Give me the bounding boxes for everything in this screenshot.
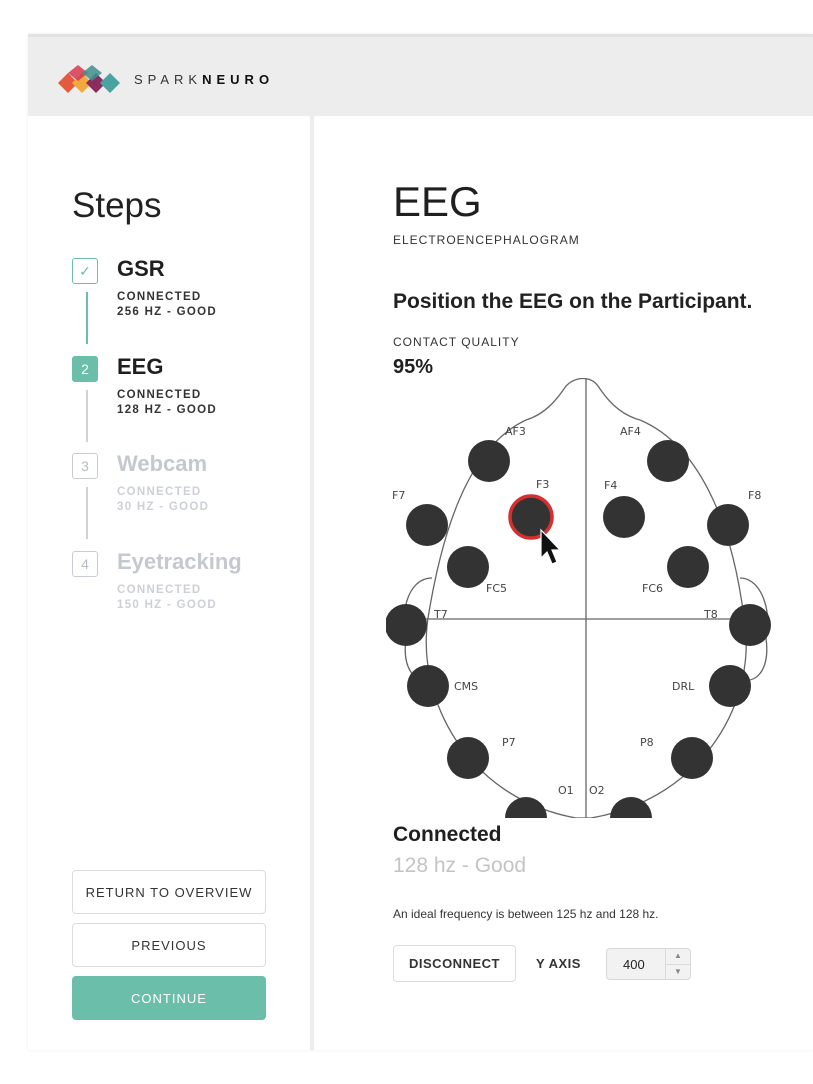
instruction-text: Position the EEG on the Participant. bbox=[393, 290, 753, 313]
electrode-F3[interactable]: F3 bbox=[508, 478, 554, 540]
chevron-up-icon[interactable]: ▲ bbox=[666, 949, 690, 965]
electrode-label: FC5 bbox=[486, 582, 507, 595]
y-axis-stepper[interactable]: 400 ▲ ▼ bbox=[606, 948, 691, 980]
page-title: EEG bbox=[393, 178, 482, 225]
step-number-badge: 3 bbox=[72, 453, 98, 479]
y-axis-label: Y AXIS bbox=[536, 956, 581, 971]
step-connector bbox=[86, 292, 88, 344]
step-connector bbox=[86, 487, 88, 539]
stepper-controls: ▲ ▼ bbox=[665, 949, 690, 979]
electrode-P7[interactable]: P7 bbox=[447, 736, 516, 779]
connection-status: Connected bbox=[393, 823, 502, 846]
electrode-T8[interactable]: T8 bbox=[703, 604, 771, 646]
electrode-FC5[interactable]: FC5 bbox=[447, 546, 507, 595]
electrode-F7[interactable]: F7 bbox=[392, 489, 448, 546]
step-name: EEG bbox=[117, 354, 164, 379]
step-status-line: CONNECTED bbox=[117, 486, 202, 498]
step-number-badge: 2 bbox=[72, 356, 98, 382]
electrode-label: DRL bbox=[672, 680, 695, 693]
electrode-label: P7 bbox=[502, 736, 516, 749]
electrode-label: O1 bbox=[558, 784, 574, 797]
contact-quality-value: 95% bbox=[393, 356, 434, 378]
step-rate-line: 256 HZ - GOOD bbox=[117, 306, 217, 318]
brand-name-light: SPARK bbox=[134, 71, 203, 87]
disconnect-button[interactable]: DISCONNECT bbox=[393, 945, 516, 982]
electrode-label: F4 bbox=[604, 479, 617, 492]
electrode-P8[interactable]: P8 bbox=[640, 736, 713, 779]
electrode-label: AF4 bbox=[620, 425, 641, 438]
page-subtitle: ELECTROENCEPHALOGRAM bbox=[393, 233, 580, 247]
brand-name: SPARKNEURO bbox=[134, 72, 274, 87]
electrode-F8[interactable]: F8 bbox=[707, 489, 761, 546]
step-rate-line: 150 HZ - GOOD bbox=[117, 599, 217, 611]
app-window: SPARKNEURO Steps ✓ GSR CONNECTED 256 HZ -… bbox=[28, 34, 813, 1050]
electrode-label: AF3 bbox=[505, 425, 526, 438]
electrode-label: O2 bbox=[589, 784, 605, 797]
continue-button[interactable]: CONTINUE bbox=[72, 976, 266, 1020]
step-status: CONNECTED 150 HZ - GOOD bbox=[117, 583, 217, 613]
top-bar: SPARKNEURO bbox=[28, 34, 813, 119]
step-rate-line: 30 HZ - GOOD bbox=[117, 501, 210, 513]
electrode-O1[interactable]: O1 bbox=[505, 784, 574, 818]
electrode-label: T8 bbox=[703, 608, 718, 621]
electrode-AF4[interactable]: AF4 bbox=[620, 425, 689, 482]
step-name: GSR bbox=[117, 256, 165, 281]
main-panel: EEG ELECTROENCEPHALOGRAM Position the EE… bbox=[314, 116, 813, 1050]
step-status: CONNECTED 30 HZ - GOOD bbox=[117, 485, 209, 515]
return-to-overview-button[interactable]: RETURN TO OVERVIEW bbox=[72, 870, 266, 914]
electrode-AF3[interactable]: AF3 bbox=[468, 425, 526, 482]
chevron-down-icon[interactable]: ▼ bbox=[666, 965, 690, 980]
steps-sidebar: Steps ✓ GSR CONNECTED 256 HZ - GOOD 2 EEG… bbox=[28, 116, 310, 1050]
electrode-label: P8 bbox=[640, 736, 654, 749]
electrode-DRL[interactable]: DRL bbox=[672, 665, 751, 707]
connection-rate: 128 hz - Good bbox=[393, 854, 527, 877]
cursor-arrow-icon bbox=[540, 528, 562, 565]
electrode-T7[interactable]: T7 bbox=[386, 604, 448, 646]
eeg-head-diagram: AF3 AF4 F3 F4 F7 F8 FC5 FC6 T7 T8 CMS DR… bbox=[386, 378, 771, 818]
step-connector bbox=[86, 390, 88, 442]
step-number-badge: 4 bbox=[72, 551, 98, 577]
electrode-label: F7 bbox=[392, 489, 405, 502]
contact-quality-label: CONTACT QUALITY bbox=[393, 335, 520, 349]
step-status: CONNECTED 256 HZ - GOOD bbox=[117, 290, 217, 320]
steps-title: Steps bbox=[72, 186, 162, 225]
electrode-label: T7 bbox=[433, 608, 448, 621]
logo-mark-icon bbox=[58, 65, 120, 93]
electrode-label: CMS bbox=[454, 680, 478, 693]
step-status-line: CONNECTED bbox=[117, 291, 202, 303]
step-name: Eyetracking bbox=[117, 549, 242, 574]
step-status-line: CONNECTED bbox=[117, 584, 202, 596]
previous-button[interactable]: PREVIOUS bbox=[72, 923, 266, 967]
step-rate-line: 128 HZ - GOOD bbox=[117, 404, 217, 416]
electrode-F4[interactable]: F4 bbox=[603, 479, 645, 538]
electrode-FC6[interactable]: FC6 bbox=[642, 546, 709, 595]
electrode-label: F8 bbox=[748, 489, 761, 502]
electrode-label: F3 bbox=[536, 478, 549, 491]
electrode-O2[interactable]: O2 bbox=[589, 784, 652, 818]
y-axis-value[interactable]: 400 bbox=[623, 957, 663, 972]
electrode-CMS[interactable]: CMS bbox=[407, 665, 478, 707]
checkmark-icon: ✓ bbox=[72, 258, 98, 284]
step-status-line: CONNECTED bbox=[117, 389, 202, 401]
electrode-label: FC6 bbox=[642, 582, 663, 595]
step-status: CONNECTED 128 HZ - GOOD bbox=[117, 388, 217, 418]
brand-name-bold: NEURO bbox=[202, 71, 275, 87]
sparkneuro-logo: SPARKNEURO bbox=[58, 65, 274, 93]
step-name: Webcam bbox=[117, 451, 208, 476]
frequency-hint: An ideal frequency is between 125 hz and… bbox=[393, 907, 659, 921]
